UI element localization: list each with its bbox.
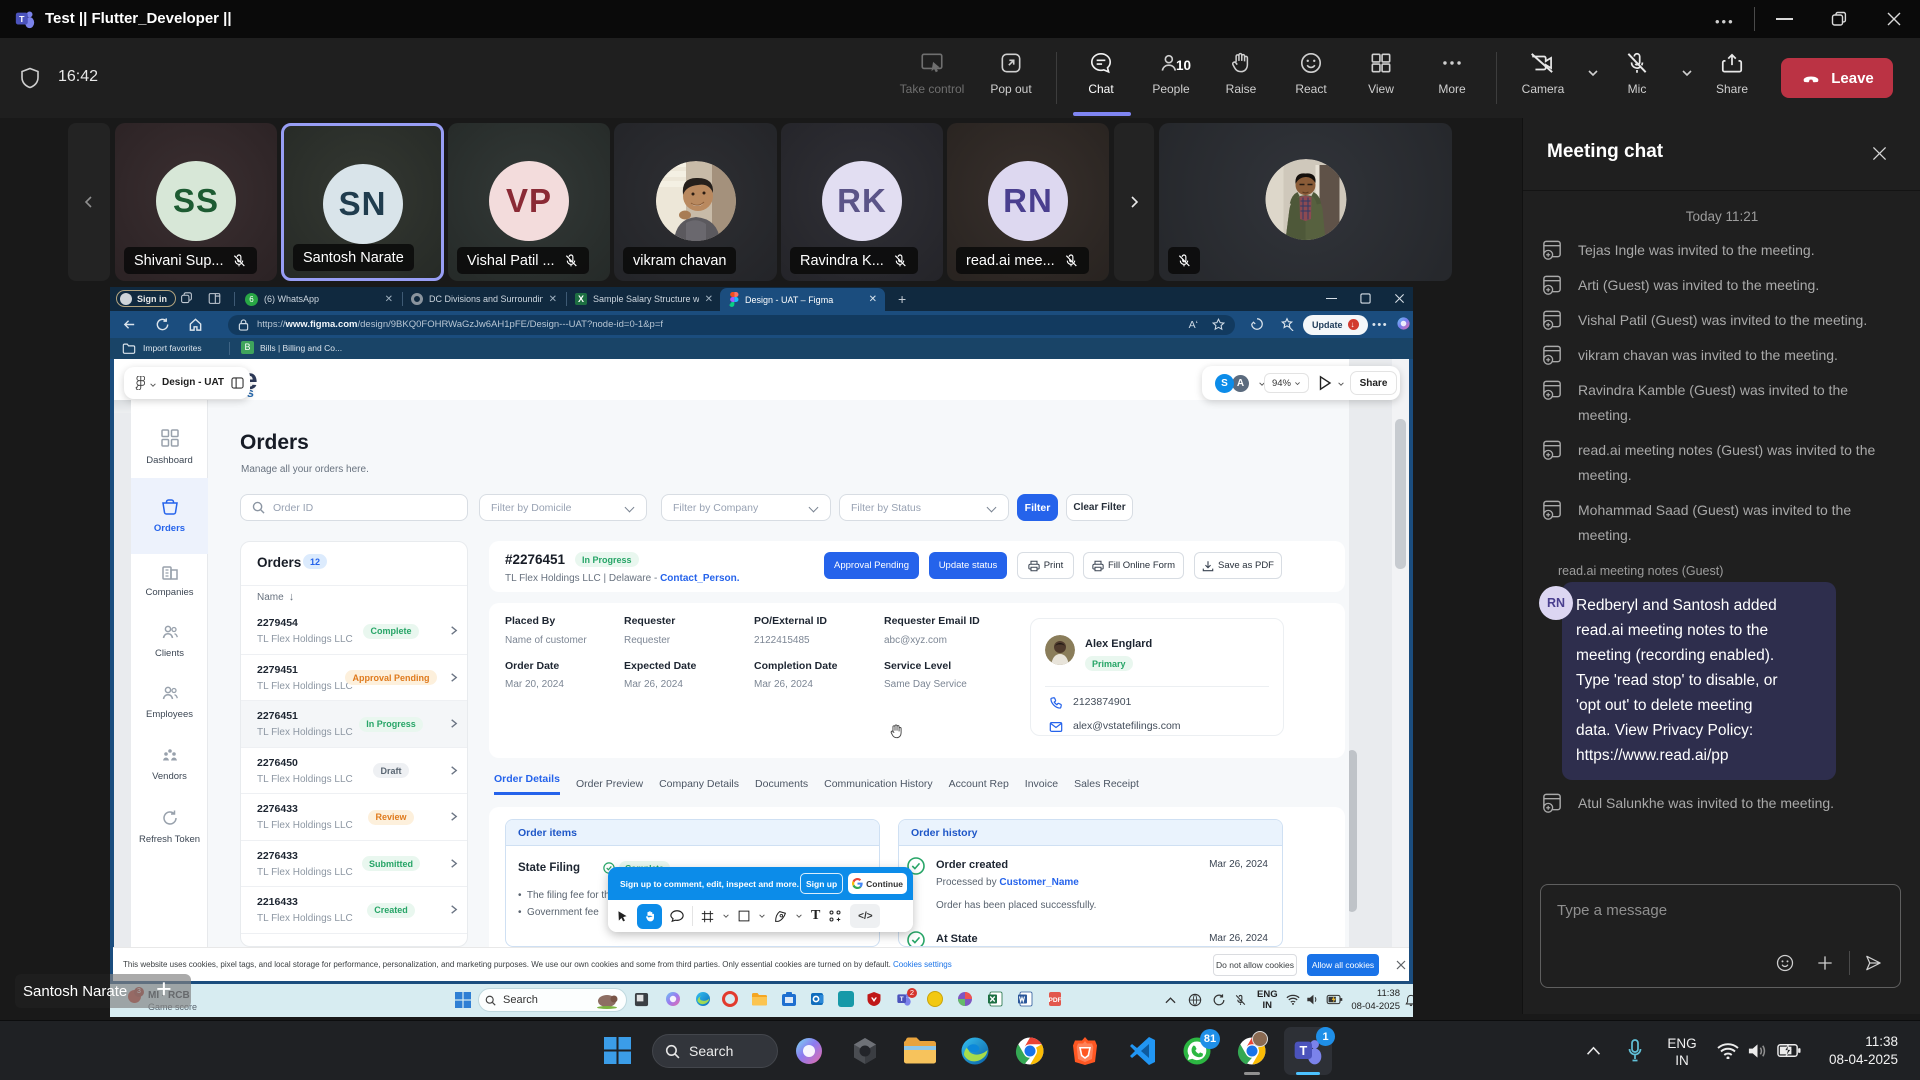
svg-text:T: T: [900, 996, 904, 1003]
svg-text:T: T: [1299, 1044, 1307, 1058]
svg-text:PDF: PDF: [1049, 997, 1062, 1004]
svg-text:T: T: [19, 14, 25, 24]
